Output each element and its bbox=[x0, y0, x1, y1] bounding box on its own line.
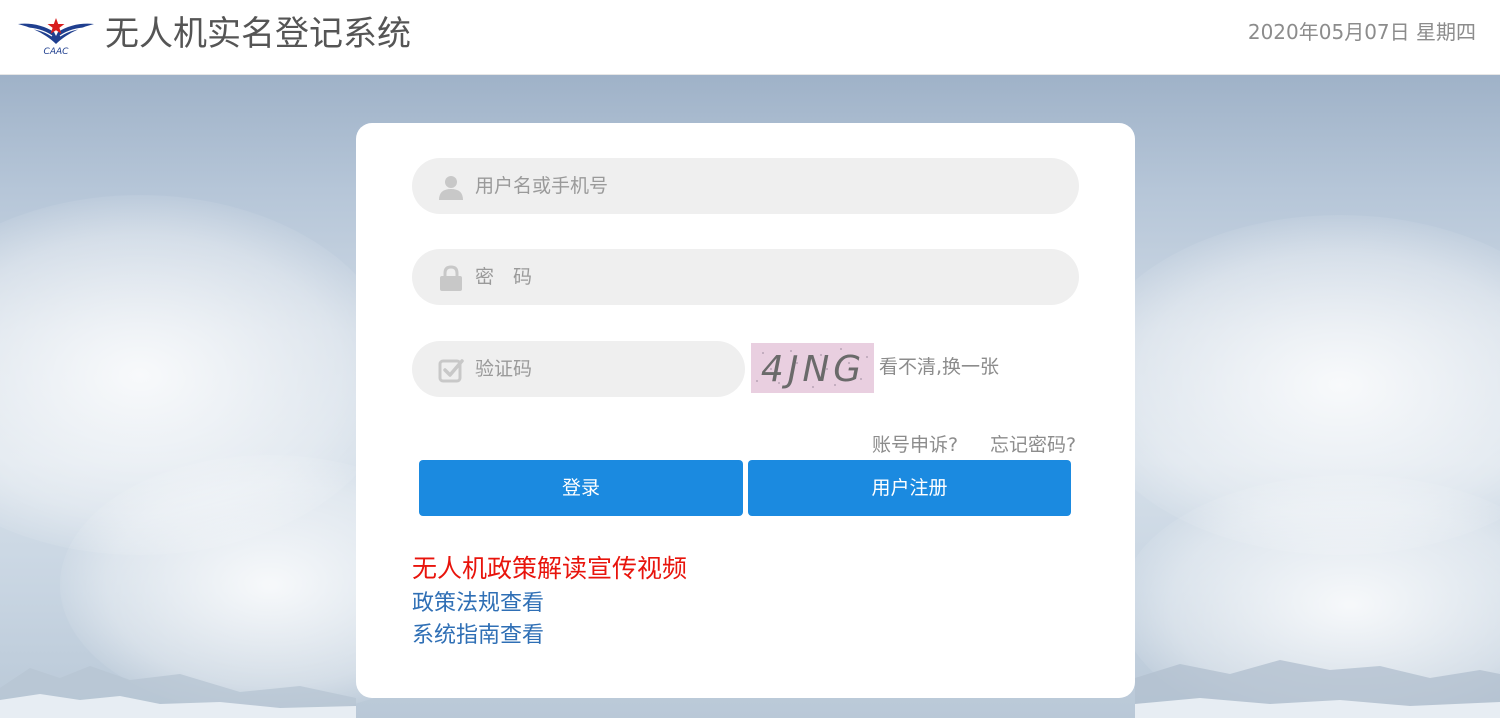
account-appeal-link[interactable]: 账号申诉? bbox=[872, 432, 958, 458]
password-field[interactable]: 密 码 bbox=[412, 249, 1079, 305]
logo-caac-text: CAAC bbox=[44, 47, 70, 57]
login-button[interactable]: 登录 bbox=[419, 460, 743, 516]
system-guide-link[interactable]: 系统指南查看 bbox=[412, 621, 544, 651]
captcha-code-text: 4JNG bbox=[761, 349, 865, 390]
caac-logo-icon: CAAC bbox=[16, 14, 96, 60]
captcha-image[interactable]: 4JNG bbox=[751, 343, 874, 393]
user-icon bbox=[438, 174, 464, 200]
checkbox-icon bbox=[438, 357, 464, 383]
register-button[interactable]: 用户注册 bbox=[748, 460, 1071, 516]
username-placeholder: 用户名或手机号 bbox=[475, 175, 609, 197]
password-placeholder: 密 码 bbox=[475, 266, 533, 288]
captcha-refresh-link[interactable]: 看不清,换一张 bbox=[879, 354, 999, 380]
policy-regulations-link[interactable]: 政策法规查看 bbox=[412, 589, 544, 619]
current-date: 2020年05月07日 星期四 bbox=[1247, 20, 1476, 44]
captcha-field[interactable]: 验证码 bbox=[412, 341, 745, 397]
captcha-placeholder: 验证码 bbox=[475, 358, 533, 380]
top-bar: CAAC 无人机实名登记系统 2020年05月07日 星期四 bbox=[0, 0, 1500, 75]
app-title: 无人机实名登记系统 bbox=[105, 14, 411, 54]
forgot-password-link[interactable]: 忘记密码? bbox=[990, 432, 1076, 458]
policy-video-link[interactable]: 无人机政策解读宣传视频 bbox=[412, 554, 687, 584]
username-field[interactable]: 用户名或手机号 bbox=[412, 158, 1079, 214]
lock-icon bbox=[438, 265, 464, 291]
